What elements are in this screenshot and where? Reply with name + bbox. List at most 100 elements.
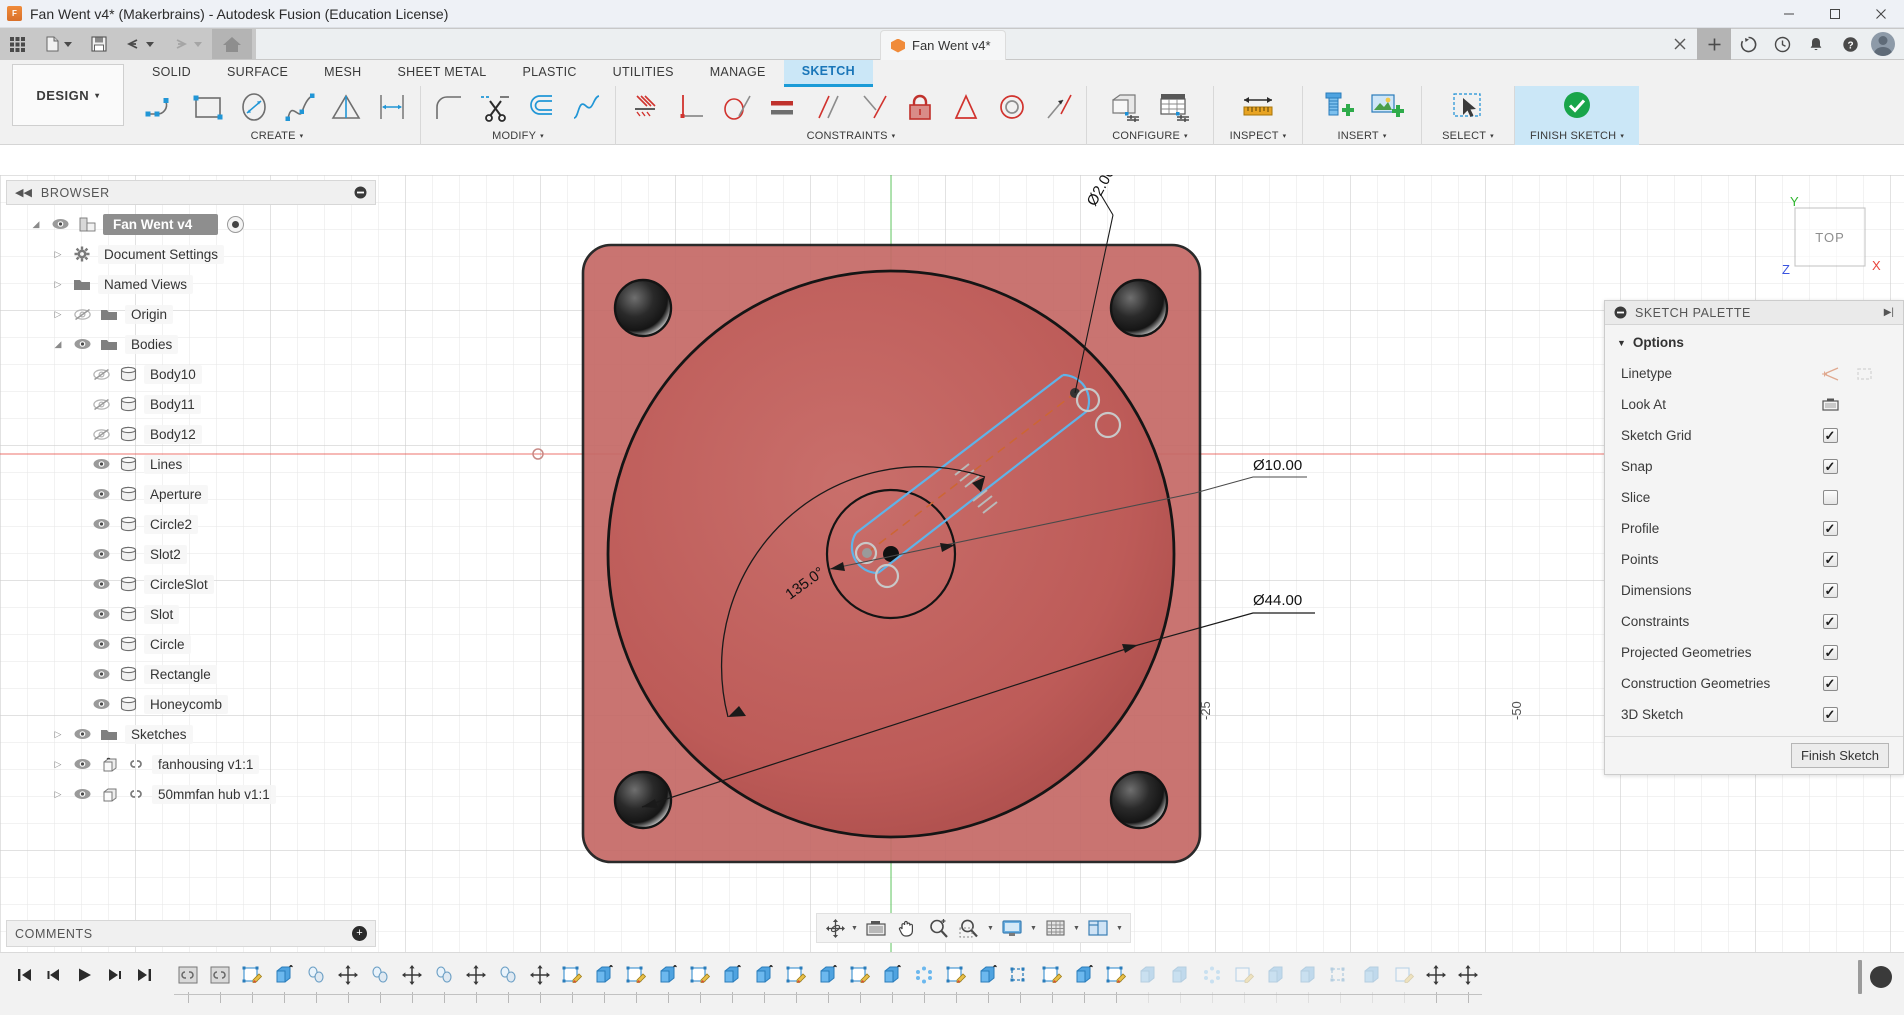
redo-icon[interactable]: [164, 29, 212, 59]
palette-row-profile[interactable]: Profile: [1605, 513, 1903, 544]
tree-item-circleslot[interactable]: CircleSlot: [6, 569, 376, 599]
job-status-icon[interactable]: [1731, 28, 1765, 60]
tree-item-named-views[interactable]: ▷ Named Views: [6, 269, 376, 299]
extrude-icon[interactable]: [1297, 960, 1319, 990]
visibility-eye-icon[interactable]: [71, 338, 93, 350]
add-tab-icon[interactable]: [1697, 28, 1731, 60]
timeline-end-marker[interactable]: [1858, 960, 1862, 994]
tab-plastic[interactable]: PLASTIC: [504, 61, 594, 85]
palette-row-snap[interactable]: Snap: [1605, 451, 1903, 482]
zoom-in-icon[interactable]: [923, 915, 953, 941]
step-forward-icon[interactable]: [100, 960, 128, 990]
timeline-item[interactable]: [332, 960, 364, 1003]
palette-row-slice[interactable]: Slice: [1605, 482, 1903, 513]
zoom-window-icon[interactable]: [954, 915, 984, 941]
combine-icon[interactable]: [1329, 960, 1351, 990]
undo-icon[interactable]: [116, 29, 164, 59]
insert-derive-icon[interactable]: [177, 960, 199, 990]
timeline-item[interactable]: [524, 960, 556, 1003]
tab-mesh[interactable]: MESH: [306, 61, 379, 85]
timeline-item[interactable]: [876, 960, 908, 1003]
close-button[interactable]: [1858, 0, 1904, 28]
palette-row-3d-sketch[interactable]: 3D Sketch: [1605, 699, 1903, 730]
collapsed-arrow-icon[interactable]: ▷: [50, 249, 66, 260]
palette-row-projected-geometries[interactable]: Projected Geometries: [1605, 637, 1903, 668]
dock-right-icon[interactable]: ▶|: [1884, 307, 1894, 318]
construction-geometries-checkbox[interactable]: [1822, 676, 1838, 691]
timeline-item[interactable]: [460, 960, 492, 1003]
spline-icon[interactable]: [278, 88, 322, 126]
look-at-camera-icon[interactable]: [861, 915, 891, 941]
symmetry-icon[interactable]: [944, 88, 988, 126]
look-at-icon[interactable]: [1813, 396, 1847, 413]
display-monitor-icon[interactable]: [997, 915, 1027, 941]
visibility-eye-icon[interactable]: [71, 728, 93, 740]
midpoint-icon[interactable]: [852, 88, 896, 126]
tree-item-honeycomb[interactable]: Honeycomb: [6, 689, 376, 719]
grid-snap-icon[interactable]: [1040, 915, 1070, 941]
visibility-eye-hidden-icon[interactable]: [71, 308, 93, 321]
finish-sketch-check-icon[interactable]: [1553, 87, 1601, 127]
extrude-icon[interactable]: [1073, 960, 1095, 990]
slice-checkbox[interactable]: [1822, 490, 1838, 505]
visibility-eye-icon[interactable]: [90, 608, 112, 620]
visibility-eye-icon[interactable]: [90, 698, 112, 710]
workspace-switcher-button[interactable]: DESIGN ▾: [12, 64, 124, 126]
timeline-item[interactable]: [396, 960, 428, 1003]
collapsed-arrow-icon[interactable]: ▷: [50, 279, 66, 290]
tab-manage[interactable]: MANAGE: [692, 61, 784, 85]
new-file-icon[interactable]: [34, 29, 82, 59]
tab-surface[interactable]: SURFACE: [209, 61, 306, 85]
sketch-icon[interactable]: [1233, 960, 1255, 990]
timeline-item[interactable]: [1100, 960, 1132, 1003]
expanded-arrow-icon[interactable]: ◢: [50, 339, 66, 350]
insert-canvas-icon[interactable]: [1363, 87, 1411, 127]
visibility-eye-icon[interactable]: [90, 548, 112, 560]
snap-checkbox[interactable]: [1822, 459, 1838, 474]
tree-item-body11[interactable]: Body11: [6, 389, 376, 419]
timeline-item[interactable]: [780, 960, 812, 1003]
fillet-icon[interactable]: [427, 88, 471, 126]
palette-row-dimensions[interactable]: Dimensions: [1605, 575, 1903, 606]
tree-item-circle2[interactable]: Circle2: [6, 509, 376, 539]
sketch-grid-checkbox[interactable]: [1822, 428, 1838, 443]
move-icon[interactable]: [1425, 960, 1447, 990]
user-avatar[interactable]: [1871, 32, 1895, 56]
close-tab-icon[interactable]: [1663, 28, 1697, 60]
timeline-item[interactable]: [556, 960, 588, 1003]
tree-item-rectangle[interactable]: Rectangle: [6, 659, 376, 689]
insert-derive-icon[interactable]: [209, 960, 231, 990]
extrude-icon[interactable]: [1169, 960, 1191, 990]
timeline-item[interactable]: [588, 960, 620, 1003]
bell-icon[interactable]: [1799, 28, 1833, 60]
concentric-icon[interactable]: [990, 88, 1034, 126]
timeline-item[interactable]: [236, 960, 268, 1003]
extrude-icon[interactable]: [273, 960, 295, 990]
construction-line-icon[interactable]: [1813, 366, 1847, 382]
timeline-item[interactable]: [268, 960, 300, 1003]
tree-item-sketches[interactable]: ▷ Sketches: [6, 719, 376, 749]
tree-item-fan-went-v4[interactable]: ◢ Fan Went v4: [6, 209, 376, 239]
sketch-icon[interactable]: [1041, 960, 1063, 990]
timeline-item[interactable]: [844, 960, 876, 1003]
palette-row-constraints[interactable]: Constraints: [1605, 606, 1903, 637]
timeline-item[interactable]: [908, 960, 940, 1003]
sketch-icon[interactable]: [785, 960, 807, 990]
timeline-settings-icon[interactable]: [1870, 966, 1892, 988]
timeline-item[interactable]: [1068, 960, 1100, 1003]
timeline-item[interactable]: [1324, 960, 1356, 1003]
extrude-icon[interactable]: [657, 960, 679, 990]
equal-icon[interactable]: [760, 88, 804, 126]
horizontal-vertical-icon[interactable]: [622, 88, 666, 126]
trim-scissors-icon[interactable]: [473, 88, 517, 126]
timeline-item[interactable]: [1388, 960, 1420, 1003]
timeline-item[interactable]: [204, 960, 236, 1003]
extrude-icon[interactable]: [977, 960, 999, 990]
parallel-icon[interactable]: [806, 88, 850, 126]
fix-lock-icon[interactable]: [898, 88, 942, 126]
tree-item-slot[interactable]: Slot: [6, 599, 376, 629]
tree-item-bodies[interactable]: ◢ Bodies: [6, 329, 376, 359]
combine-icon[interactable]: [1009, 960, 1031, 990]
visibility-eye-icon[interactable]: [90, 458, 112, 470]
timeline-item[interactable]: [492, 960, 524, 1003]
